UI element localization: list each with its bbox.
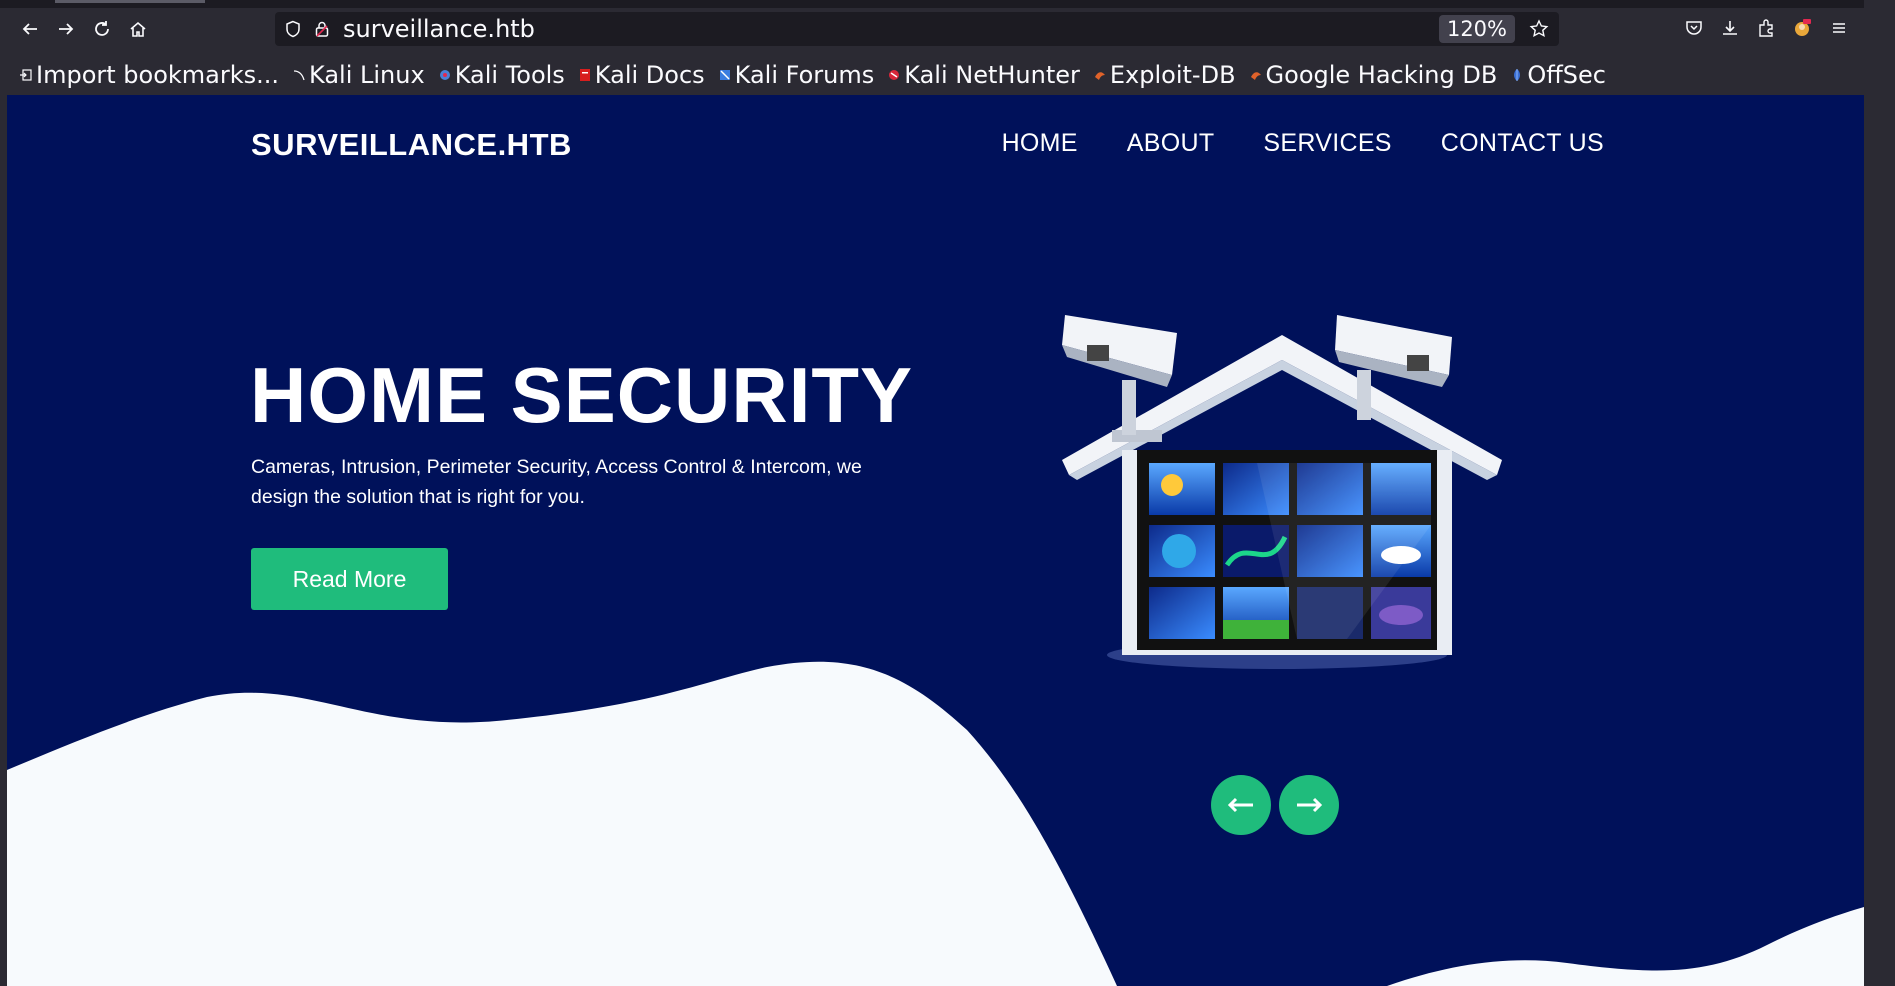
nav-services[interactable]: SERVICES xyxy=(1263,129,1391,158)
bookmark-google-hacking-db[interactable]: Google Hacking DB xyxy=(1250,61,1497,89)
nav-contact-us[interactable]: CONTACT US xyxy=(1441,129,1604,158)
kali-forums-icon xyxy=(719,70,730,80)
bookmark-kali-tools[interactable]: Kali Tools xyxy=(439,61,565,89)
kali-tools-icon xyxy=(439,70,450,80)
browser-chrome: surveillance.htb 120% Import bookmarks..… xyxy=(0,0,1864,95)
arrow-right-icon xyxy=(1297,797,1323,813)
active-tab[interactable] xyxy=(55,0,205,3)
web-page: SURVEILLANCE.HTB HOME ABOUT SERVICES CON… xyxy=(7,95,1864,986)
read-more-button[interactable]: Read More xyxy=(251,548,448,610)
shield-icon[interactable] xyxy=(284,20,302,38)
reload-icon[interactable] xyxy=(89,16,115,42)
bookmark-star-icon[interactable] xyxy=(1529,19,1549,39)
pocket-icon[interactable] xyxy=(1684,18,1704,38)
url-text[interactable]: surveillance.htb xyxy=(343,16,535,42)
ghdb-icon xyxy=(1250,72,1261,80)
hero-description: Cameras, Intrusion, Perimeter Security, … xyxy=(251,456,862,508)
kali-nethunter-icon xyxy=(889,70,900,80)
next-slide-button[interactable] xyxy=(1279,775,1339,835)
back-icon[interactable] xyxy=(17,16,43,42)
bookmark-exploit-db[interactable]: Exploit-DB xyxy=(1094,61,1236,89)
bookmark-offsec[interactable]: OffSec xyxy=(1511,61,1606,89)
surveillance-house-illustration xyxy=(1062,315,1502,669)
prev-slide-button[interactable] xyxy=(1211,775,1271,835)
nav-home[interactable]: HOME xyxy=(1002,129,1078,158)
kali-docs-icon xyxy=(579,69,590,81)
bookmark-import[interactable]: Import bookmarks... xyxy=(20,61,279,89)
bookmark-kali-linux[interactable]: Kali Linux xyxy=(293,61,425,89)
site-logo[interactable]: SURVEILLANCE.HTB xyxy=(251,127,572,163)
forward-icon[interactable] xyxy=(53,16,79,42)
offsec-icon xyxy=(1514,69,1521,81)
hero-title: HOME SECURITY xyxy=(250,351,914,439)
import-icon xyxy=(20,69,32,81)
bookmark-kali-forums[interactable]: Kali Forums xyxy=(719,61,874,89)
window-edge xyxy=(1864,0,1895,986)
wave-shape xyxy=(7,661,1864,986)
extensions-icon[interactable] xyxy=(1756,18,1776,38)
bookmark-kali-docs[interactable]: Kali Docs xyxy=(579,61,705,89)
lock-icon[interactable] xyxy=(313,20,331,38)
bookmarks-toolbar: Import bookmarks... Kali Linux Kali Tool… xyxy=(0,56,1864,94)
download-icon[interactable] xyxy=(1720,18,1740,38)
address-bar[interactable]: surveillance.htb 120% xyxy=(275,12,1559,46)
profile-avatar-icon[interactable] xyxy=(1792,18,1812,38)
nav-about[interactable]: ABOUT xyxy=(1127,129,1215,158)
bookmark-kali-nethunter[interactable]: Kali NetHunter xyxy=(888,61,1080,89)
home-icon[interactable] xyxy=(125,16,151,42)
main-nav: HOME ABOUT SERVICES CONTACT US xyxy=(1002,129,1604,158)
menu-icon[interactable] xyxy=(1829,18,1849,38)
tab-strip xyxy=(0,0,1864,8)
kali-dragon-icon xyxy=(293,70,305,81)
zoom-level[interactable]: 120% xyxy=(1438,15,1515,43)
arrow-left-icon xyxy=(1227,797,1253,813)
exploit-db-icon xyxy=(1094,72,1105,80)
